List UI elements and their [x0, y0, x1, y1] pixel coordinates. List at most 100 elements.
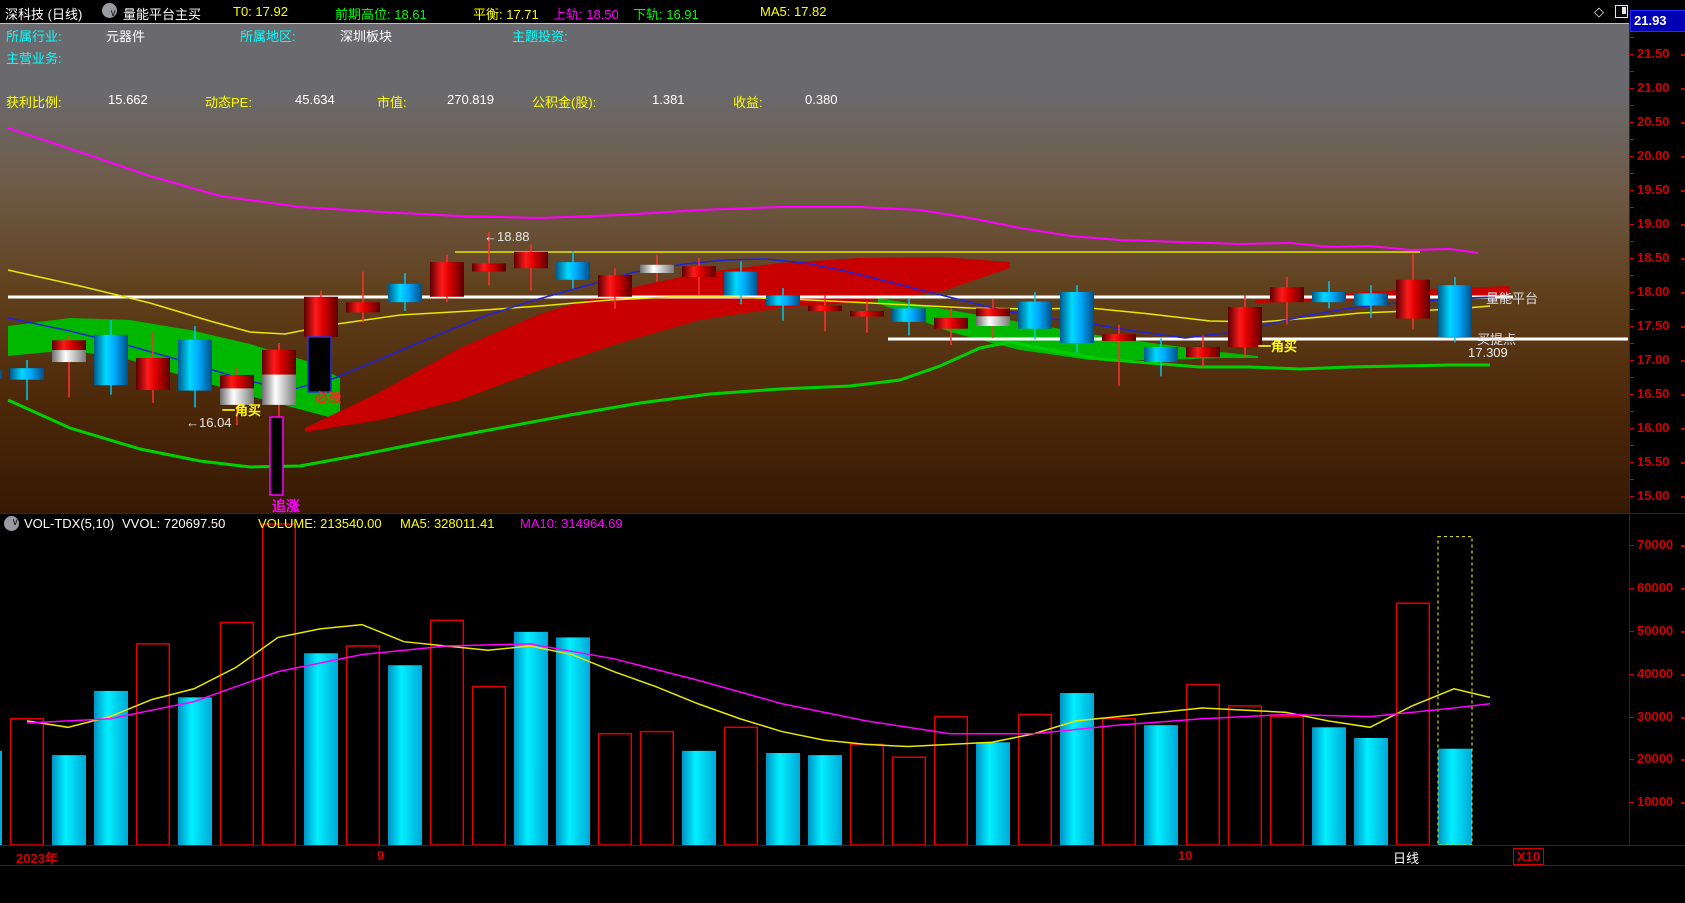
- candle-body[interactable]: [598, 275, 632, 297]
- candle-body[interactable]: [1270, 287, 1304, 303]
- chevron-down-icon[interactable]: ∨: [102, 3, 117, 19]
- axis-tick: [1630, 275, 1634, 276]
- candle-body[interactable]: [430, 262, 464, 297]
- candle-body[interactable]: [1396, 279, 1430, 319]
- volume-bar-down[interactable]: [178, 697, 212, 845]
- axis-tick: [1630, 802, 1634, 804]
- volume-chart[interactable]: [0, 514, 1629, 846]
- axis-tick: [1681, 258, 1685, 260]
- volume-bar-down[interactable]: [1312, 727, 1346, 845]
- volume-bar-down[interactable]: [808, 755, 842, 845]
- volume-bar-up[interactable]: [598, 732, 632, 846]
- candle-body[interactable]: [682, 266, 716, 278]
- volume-bar-down[interactable]: [1354, 738, 1388, 845]
- volume-bar-up[interactable]: [10, 717, 44, 846]
- vol-indicator-name[interactable]: VOL-TDX(5,10): [24, 516, 114, 531]
- candle-body[interactable]: [1312, 292, 1346, 303]
- volume-bar-down[interactable]: [388, 665, 422, 845]
- candle-body[interactable]: [640, 264, 674, 273]
- candle-body[interactable]: [262, 349, 296, 375]
- volume-bar-down[interactable]: [1060, 693, 1094, 845]
- volume-bar-up[interactable]: [136, 643, 170, 846]
- candle-body[interactable]: [934, 317, 968, 329]
- diamond-icon[interactable]: ◇: [1594, 4, 1604, 20]
- volume-bar-down[interactable]: [514, 631, 548, 845]
- candle-body[interactable]: [1186, 347, 1220, 358]
- candle-body[interactable]: [346, 302, 380, 313]
- timeline-bar[interactable]: 2023年 9 10 日线 X10: [0, 846, 1685, 866]
- axis-tick: [1630, 343, 1634, 344]
- candle-body[interactable]: [262, 374, 296, 405]
- candle-body[interactable]: [136, 357, 170, 390]
- volume-bar-down[interactable]: [682, 750, 716, 845]
- candle-body[interactable]: [892, 308, 926, 322]
- candle-body[interactable]: [472, 263, 506, 272]
- candle-body[interactable]: [976, 308, 1010, 317]
- axis-tick: [1681, 394, 1685, 396]
- upper-band-line: [7, 127, 1479, 254]
- candle-body[interactable]: [766, 295, 800, 306]
- volume-bar-down[interactable]: [1438, 748, 1472, 845]
- volume-bar-up[interactable]: [1102, 717, 1136, 846]
- volume-bar-down[interactable]: [976, 742, 1010, 845]
- volume-bar-up[interactable]: [934, 715, 968, 846]
- volume-bar-down[interactable]: [766, 752, 800, 845]
- volume-axis[interactable]: 70000 60000 50000 40000 30000 20000 10000: [1630, 514, 1685, 845]
- axis-tick: [1681, 190, 1685, 192]
- axis-tick: [1681, 631, 1685, 633]
- indicator-name[interactable]: 量能平台主买: [123, 4, 201, 23]
- candle-body[interactable]: [1438, 285, 1472, 337]
- candle-body[interactable]: [556, 262, 590, 280]
- candle-body[interactable]: [52, 340, 86, 351]
- volume-bar-up[interactable]: [472, 685, 506, 846]
- volume-bar-up[interactable]: [1270, 715, 1304, 846]
- volume-bar-down[interactable]: [52, 755, 86, 845]
- volume-bar-down[interactable]: [556, 637, 590, 845]
- volume-bar-up[interactable]: [220, 621, 254, 846]
- candle-body[interactable]: [514, 251, 548, 269]
- axis-tick: [1630, 156, 1634, 157]
- volume-bar-up[interactable]: [262, 523, 296, 846]
- window-icon[interactable]: [1615, 5, 1628, 18]
- ma5-value: MA5: 17.82: [760, 4, 827, 19]
- axis-tick: [1630, 588, 1634, 590]
- volume-bar-up[interactable]: [1228, 705, 1262, 846]
- volume-bar-up[interactable]: [1396, 602, 1430, 846]
- candle-body[interactable]: [850, 311, 884, 317]
- candle-body[interactable]: [724, 271, 758, 296]
- candle-body[interactable]: [808, 305, 842, 312]
- axis-tick: [1630, 360, 1634, 361]
- candle-body[interactable]: [220, 374, 254, 389]
- lower-band-value: 下轨: 16.91: [633, 7, 699, 22]
- axis-tick: [1681, 360, 1685, 362]
- candle-body[interactable]: [1102, 334, 1136, 341]
- candle-body[interactable]: [976, 316, 1010, 326]
- volume-bar-up[interactable]: [430, 619, 464, 846]
- candle-body[interactable]: [304, 296, 338, 337]
- volume-bar-up[interactable]: [640, 730, 674, 846]
- candle-body[interactable]: [1354, 293, 1388, 306]
- candle-body[interactable]: [1018, 301, 1052, 329]
- candle-body[interactable]: [10, 368, 44, 380]
- volume-bar-down[interactable]: [1144, 725, 1178, 845]
- volume-bar-down[interactable]: [94, 690, 128, 845]
- candle-body[interactable]: [1060, 292, 1094, 343]
- volume-bar-up[interactable]: [724, 726, 758, 846]
- volume-bar-up[interactable]: [850, 743, 884, 846]
- candle-body[interactable]: [388, 283, 422, 303]
- volume-bar-down[interactable]: [304, 653, 338, 845]
- candle-body[interactable]: [1228, 306, 1262, 348]
- volume-bar-down[interactable]: [0, 750, 2, 845]
- candle-body[interactable]: [1144, 347, 1178, 363]
- candlestick-chart[interactable]: ←18.88←16.04一角买必涨追涨一角买量能平台买提点17.309: [0, 24, 1629, 514]
- volume-bar-up[interactable]: [346, 645, 380, 846]
- candle-body[interactable]: [94, 334, 128, 386]
- chevron-down-icon[interactable]: ∨: [4, 516, 19, 531]
- candle-body[interactable]: [0, 370, 2, 380]
- volume-bar-up[interactable]: [892, 756, 926, 846]
- price-axis[interactable]: 21.50 21.00 20.50 20.00 19.50 19.00 18.50 18.00…: [1630, 24, 1685, 514]
- candle-body[interactable]: [178, 339, 212, 391]
- candle-body[interactable]: [52, 350, 86, 363]
- axis-tick: [1630, 462, 1634, 463]
- axis-tick: [1630, 88, 1634, 89]
